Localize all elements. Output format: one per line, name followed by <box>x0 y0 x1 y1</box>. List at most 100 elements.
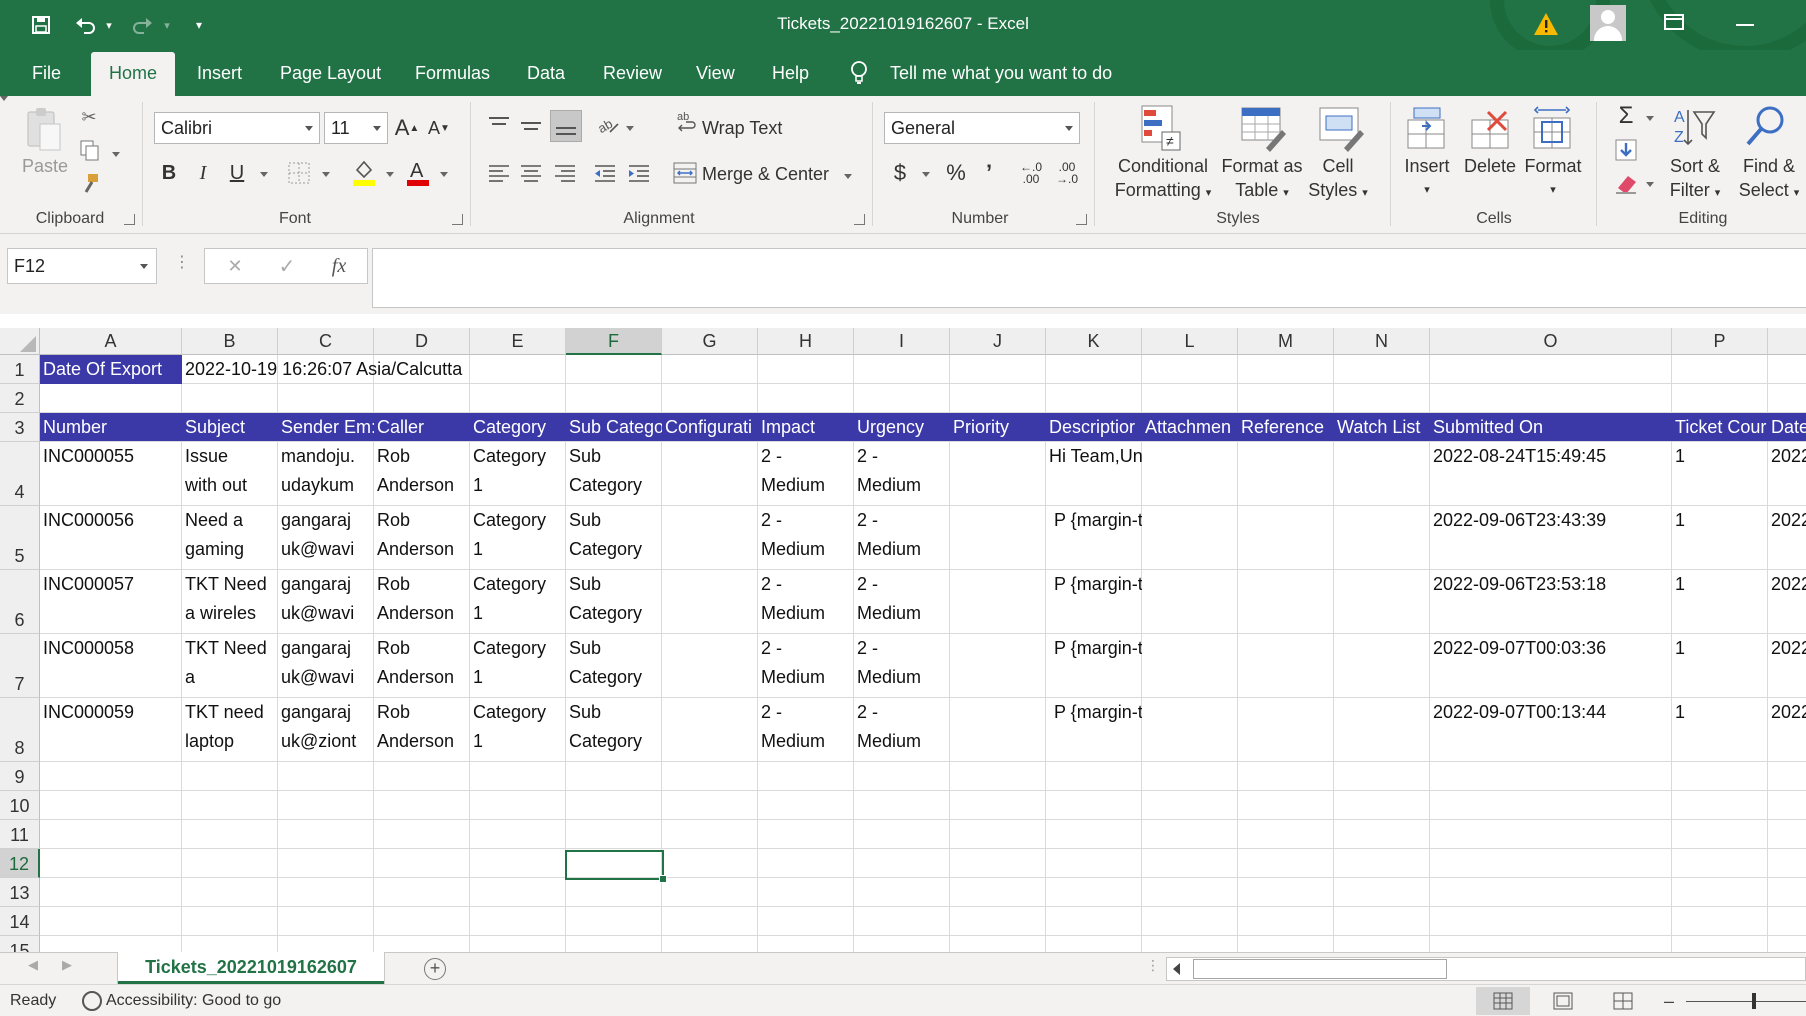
copy-dropdown-icon[interactable] <box>112 152 120 157</box>
column-header-b[interactable]: B <box>182 328 278 355</box>
merge-center-icon[interactable] <box>672 160 698 186</box>
scroll-tabs-left-icon[interactable]: ◀ <box>28 957 38 973</box>
warning-icon[interactable] <box>1533 12 1559 36</box>
delete-cells-icon[interactable] <box>1468 106 1514 152</box>
font-size-box[interactable]: 11 <box>324 112 388 144</box>
comma-style-button[interactable]: ’ <box>978 158 1000 188</box>
row-header-1[interactable]: 1 <box>0 355 40 384</box>
zoom-slider[interactable] <box>1686 1001 1806 1002</box>
wrap-text-button[interactable]: Wrap Text <box>702 118 782 139</box>
tab-formulas[interactable]: Formulas <box>397 50 508 96</box>
orientation-icon[interactable]: ab <box>595 114 622 138</box>
sheet-tab-tickets[interactable]: Tickets_20221019162607 <box>118 952 384 984</box>
table-header-cell[interactable]: Urgency <box>854 413 950 442</box>
table-cell[interactable]: Rob Anderson <box>374 698 470 761</box>
table-header-cell[interactable]: Attachmen <box>1142 413 1238 442</box>
column-header-m[interactable]: M <box>1238 328 1334 355</box>
format-as-table-button[interactable]: Format as Table ▾ <box>1210 154 1314 205</box>
table-cell[interactable]: mandoju. udaykum <box>278 442 374 505</box>
table-cell[interactable]: Category 1 <box>470 570 566 633</box>
column-header-partial[interactable] <box>1768 328 1806 355</box>
table-cell[interactable]: 2 - Medium <box>854 442 950 505</box>
table-cell[interactable]: Rob Anderson <box>374 442 470 505</box>
table-cell[interactable]: 2 - Medium <box>758 570 854 633</box>
row-header-10[interactable]: 10 <box>0 791 40 820</box>
table-header-cell[interactable]: Reference <box>1238 413 1334 442</box>
column-header-l[interactable]: L <box>1142 328 1238 355</box>
add-sheet-icon[interactable]: + <box>424 958 446 980</box>
insert-cells-button[interactable]: Insert ▾ <box>1398 154 1456 202</box>
row-header-2[interactable]: 2 <box>0 384 40 413</box>
shrink-font-button[interactable]: A ▼ <box>426 112 452 144</box>
table-cell[interactable]: 2 - Medium <box>758 634 854 697</box>
column-header-n[interactable]: N <box>1334 328 1430 355</box>
table-header-cell[interactable]: Watch List <box>1334 413 1430 442</box>
underline-button[interactable]: U <box>224 158 250 188</box>
font-color-dropdown-icon[interactable] <box>440 172 448 177</box>
table-header-cell[interactable]: Number <box>40 413 182 442</box>
minimize-icon[interactable] <box>1736 24 1754 26</box>
increase-decimal-button[interactable]: ←.0.00 <box>1016 158 1046 188</box>
sort-filter-button[interactable]: Sort & Filter ▾ <box>1660 154 1730 205</box>
tab-view[interactable]: View <box>678 50 753 96</box>
fill-color-dropdown-icon[interactable] <box>386 172 394 177</box>
table-header-cell[interactable]: Ticket Cour <box>1672 413 1768 442</box>
export-value-cell[interactable]: 2022-10-19 16:26:07 Asia/Calcutta <box>182 355 582 384</box>
table-cell[interactable]: P {margin-top:0;mar <box>1046 570 1142 633</box>
table-cell[interactable]: 2022-09-07T00:03:36 <box>1430 634 1672 697</box>
table-cell[interactable]: 2022 <box>1768 634 1806 697</box>
underline-dropdown-icon[interactable] <box>260 172 268 177</box>
zoom-slider-thumb[interactable] <box>1752 993 1756 1009</box>
horizontal-scroll-thumb[interactable] <box>1193 959 1447 979</box>
horizontal-scrollbar[interactable] <box>1166 957 1806 981</box>
table-cell[interactable]: 1 <box>1672 442 1768 505</box>
find-select-icon[interactable] <box>1744 104 1790 150</box>
borders-icon[interactable] <box>288 162 310 184</box>
table-cell[interactable]: Rob Anderson <box>374 506 470 569</box>
merge-dropdown-icon[interactable] <box>844 174 852 179</box>
row-header-6[interactable]: 6 <box>0 570 40 634</box>
table-cell[interactable]: 2 - Medium <box>854 506 950 569</box>
clear-dropdown-icon[interactable] <box>1646 182 1654 187</box>
grow-font-button[interactable]: A ▲ <box>394 112 420 144</box>
column-header-g[interactable]: G <box>662 328 758 355</box>
ribbon-display-options-icon[interactable] <box>1664 14 1684 30</box>
table-cell[interactable]: Sub Category <box>566 442 662 505</box>
align-right-icon[interactable] <box>552 162 578 186</box>
fill-color-icon[interactable] <box>352 158 376 188</box>
format-cells-button[interactable]: Format ▾ <box>1520 154 1586 202</box>
insert-cells-icon[interactable] <box>1404 106 1450 152</box>
format-cells-icon[interactable] <box>1530 106 1576 152</box>
number-format-box[interactable]: General <box>884 112 1080 144</box>
alignment-launcher-icon[interactable] <box>854 214 865 225</box>
table-header-cell[interactable]: Sub Catego <box>566 413 662 442</box>
table-cell[interactable]: INC000059 <box>40 698 182 761</box>
table-cell[interactable]: 2 - Medium <box>758 698 854 761</box>
format-painter-icon[interactable] <box>78 172 102 196</box>
row-header-8[interactable]: 8 <box>0 698 40 762</box>
column-header-p[interactable]: P <box>1672 328 1768 355</box>
table-cell[interactable]: Sub Category <box>566 634 662 697</box>
table-cell[interactable]: 2022 <box>1768 442 1806 505</box>
table-cell[interactable]: 2022-08-24T15:49:45 <box>1430 442 1672 505</box>
row-header-5[interactable]: 5 <box>0 506 40 570</box>
table-cell[interactable]: 2022 <box>1768 698 1806 761</box>
row-header-15[interactable]: 15 <box>0 936 40 952</box>
borders-dropdown-icon[interactable] <box>322 172 330 177</box>
normal-view-button[interactable] <box>1476 987 1530 1015</box>
table-header-cell[interactable]: Descriptior <box>1046 413 1142 442</box>
column-header-o[interactable]: O <box>1430 328 1672 355</box>
table-header-cell[interactable]: Configurati <box>662 413 758 442</box>
tab-insert[interactable]: Insert <box>179 50 260 96</box>
middle-align-icon[interactable] <box>518 114 544 138</box>
font-color-icon[interactable]: A <box>406 158 430 188</box>
table-cell[interactable]: 2022-09-06T23:43:39 <box>1430 506 1672 569</box>
font-name-box[interactable]: Calibri <box>154 112 320 144</box>
row-header-11[interactable]: 11 <box>0 820 40 849</box>
table-cell[interactable]: 2 - Medium <box>758 506 854 569</box>
table-header-cell[interactable]: Subject <box>182 413 278 442</box>
cancel-icon[interactable]: ✕ <box>221 253 249 279</box>
tab-page-layout[interactable]: Page Layout <box>262 50 399 96</box>
bold-button[interactable]: B <box>156 158 182 188</box>
row-header-9[interactable]: 9 <box>0 762 40 791</box>
